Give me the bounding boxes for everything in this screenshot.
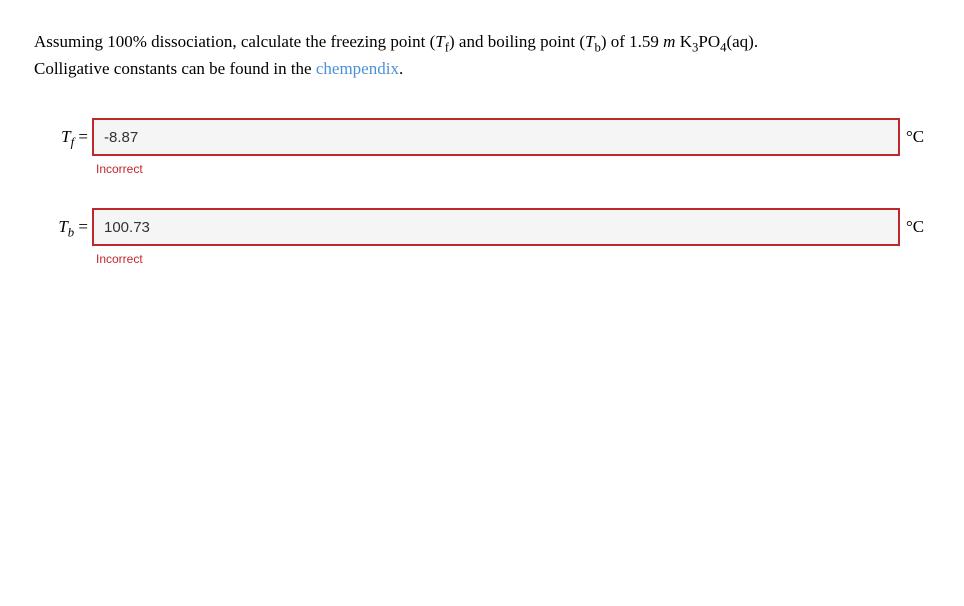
tb-equals: =	[74, 217, 88, 236]
formula-aq: (aq).	[726, 32, 758, 51]
question-line2-pre: Colligative constants can be found in th…	[34, 59, 316, 78]
formula-po: PO	[698, 32, 720, 51]
m-italic: m	[663, 32, 675, 51]
tf-label-letter: T	[61, 127, 70, 146]
question-line1-mid1: ) and boiling point (	[449, 32, 585, 51]
tf-unit: °C	[900, 127, 930, 147]
question-line1-mid2: ) of 1.59	[601, 32, 663, 51]
tb-feedback: Incorrect	[34, 252, 930, 266]
answer-row-tb: Tb = °C	[34, 208, 930, 246]
answer-row-tf: Tf = °C	[34, 118, 930, 156]
tb-unit: °C	[900, 217, 930, 237]
question-line2-post: .	[399, 59, 403, 78]
chempendix-link[interactable]: chempendix	[316, 59, 399, 78]
tf-input[interactable]	[92, 118, 900, 156]
tf-label: Tf =	[44, 127, 92, 147]
tf-equals: =	[74, 127, 88, 146]
tb-input[interactable]	[92, 208, 900, 246]
tb-label: Tb =	[44, 217, 92, 237]
question-text: Assuming 100% dissociation, calculate th…	[34, 28, 930, 82]
tb-label-letter: T	[58, 217, 67, 236]
question-line1-pre: Assuming 100% dissociation, calculate th…	[34, 32, 435, 51]
tf-var: T	[435, 32, 444, 51]
formula-k: K	[680, 32, 692, 51]
tf-feedback: Incorrect	[34, 162, 930, 176]
